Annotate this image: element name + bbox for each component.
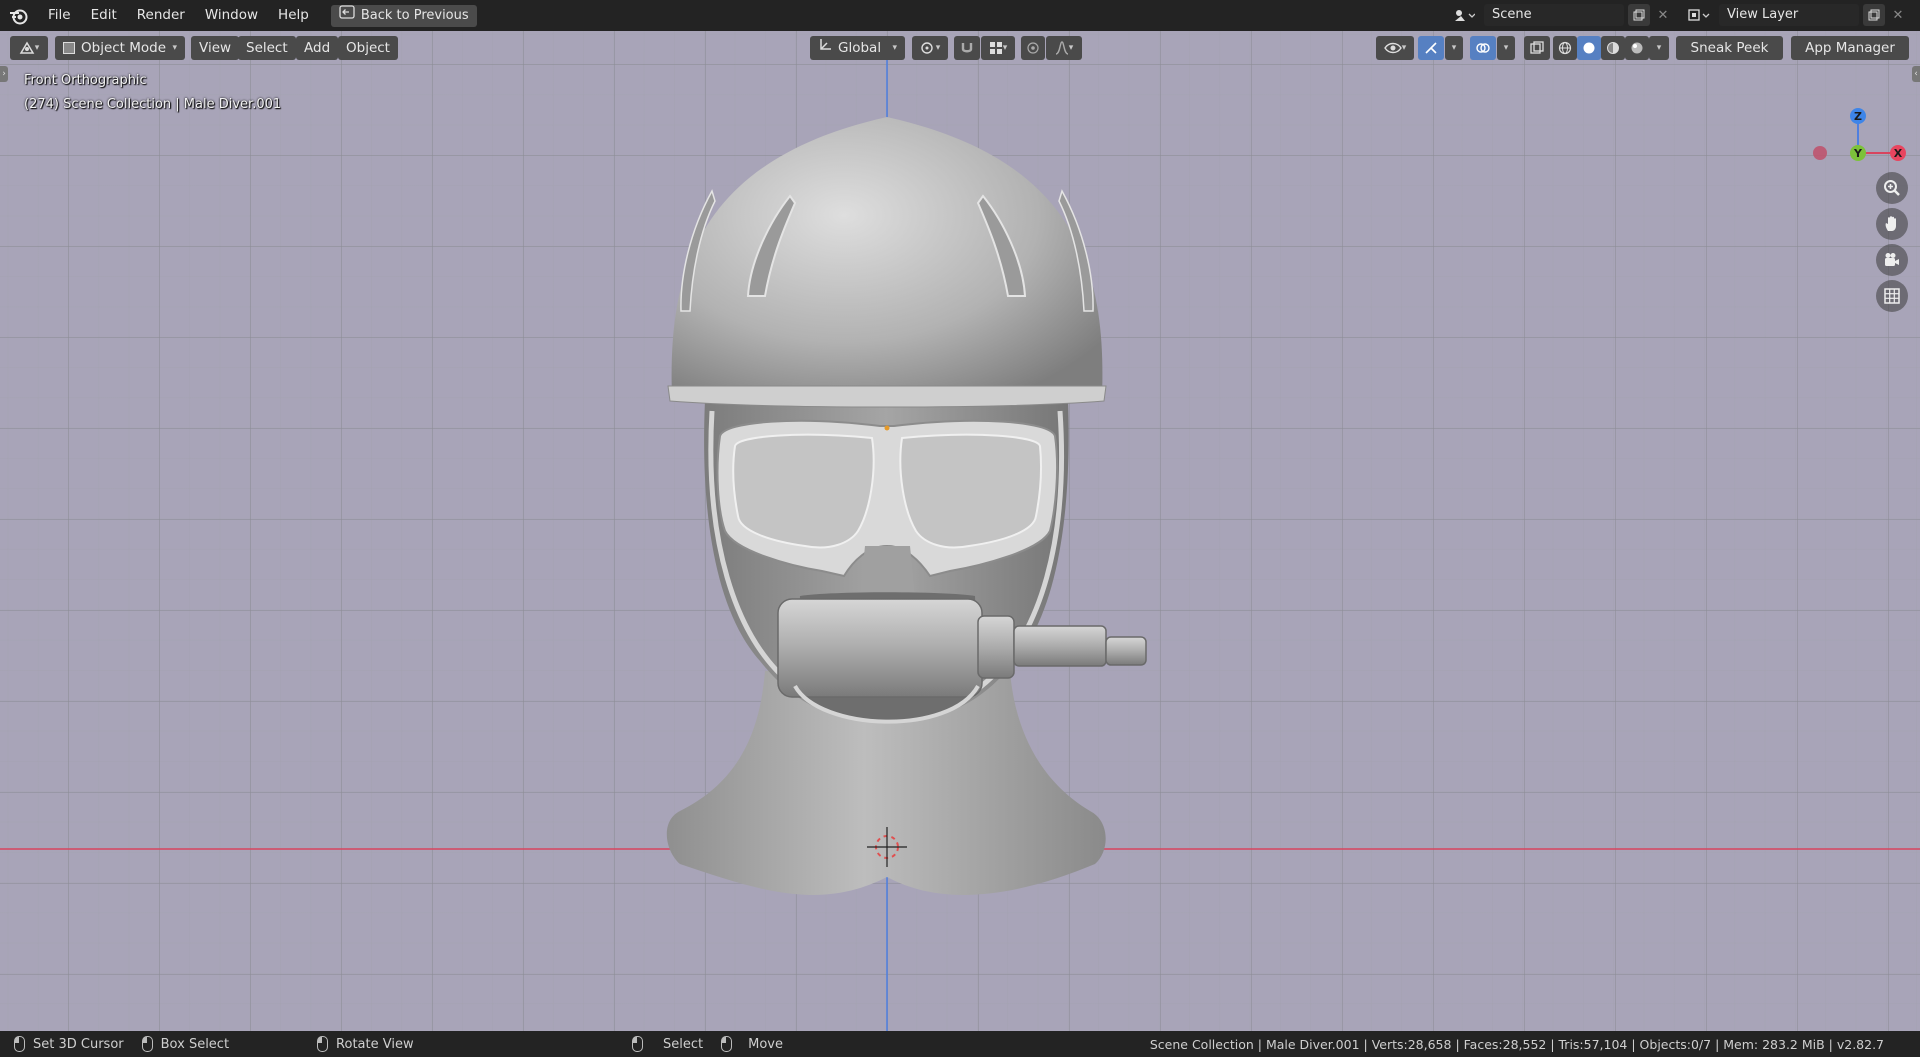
object-mode-icon (63, 42, 75, 54)
mouse-middle-icon (317, 1036, 329, 1052)
menu-render[interactable]: Render (127, 0, 195, 31)
shading-options-chevron-icon[interactable]: ▾ (1649, 36, 1669, 60)
pan-hand-icon[interactable] (1876, 208, 1908, 240)
view-layer-browse-icon[interactable] (1683, 4, 1715, 26)
menu-window[interactable]: Window (195, 0, 268, 31)
xray-toggle-icon[interactable] (1524, 36, 1550, 60)
toolbar-expand-arrow-icon[interactable]: › (0, 66, 8, 82)
status-box-select: Box Select (141, 1036, 230, 1052)
editor-type-icon[interactable]: ▾ (10, 36, 48, 60)
model-goggles-lens-right (899, 433, 1042, 549)
orientation-label: Global (838, 40, 882, 56)
model-goggles-lens-left (732, 433, 875, 549)
status-bar: Set 3D Cursor Box Select Rotate View Sel… (0, 1031, 1920, 1057)
rendered-shading-icon[interactable] (1625, 36, 1649, 60)
snap-toggle-icon[interactable] (954, 36, 980, 60)
app-manager-button[interactable]: App Manager (1791, 36, 1909, 60)
menu-view[interactable]: View (191, 36, 240, 60)
viewport-canvas (0, 46, 1920, 1031)
back-to-previous-button[interactable]: Back to Previous (330, 4, 477, 27)
zoom-icon[interactable] (1876, 172, 1908, 204)
model-helmet-brim (667, 385, 1107, 408)
status-select-label: Select (663, 1036, 704, 1052)
scene-statistics: Scene Collection | Male Diver.001 | Vert… (1149, 1037, 1884, 1052)
orthographic-grid-icon[interactable] (1876, 280, 1908, 312)
proportional-editing-icon[interactable] (1021, 36, 1045, 60)
status-box-select-label: Box Select (160, 1036, 230, 1052)
view-layer-copy-icon[interactable] (1863, 4, 1885, 26)
model-regulator-ring (977, 615, 1015, 679)
menu-file[interactable]: File (38, 0, 81, 31)
view-layer-close-icon[interactable]: ✕ (1889, 8, 1907, 23)
model-nose (860, 546, 915, 596)
menu-edit[interactable]: Edit (81, 0, 127, 31)
mode-selector[interactable]: Object Mode ▾ (55, 36, 185, 60)
snap-target-icon[interactable]: ▾ (981, 36, 1015, 60)
camera-view-icon[interactable] (1876, 244, 1908, 276)
menu-add[interactable]: Add (296, 36, 339, 60)
menu-select[interactable]: Select (238, 36, 296, 60)
blender-logo-icon[interactable] (0, 0, 38, 31)
gizmo-neg-x (1813, 146, 1827, 160)
chevron-down-icon: ▾ (892, 43, 897, 53)
gizmo-y-label: Y (1853, 147, 1863, 160)
menu-help[interactable]: Help (268, 0, 319, 31)
model-regulator-hose (1013, 625, 1107, 667)
gizmo-options-chevron-icon[interactable]: ▾ (1445, 36, 1463, 60)
status-rotate-view-label: Rotate View (336, 1036, 414, 1052)
pivot-point-icon[interactable]: ▾ (912, 36, 948, 60)
mouse-left-icon (14, 1036, 25, 1052)
scene-browse-icon[interactable] (1448, 4, 1480, 26)
gizmo-toggle-icon[interactable] (1418, 36, 1444, 60)
sneak-peek-button[interactable]: Sneak Peek (1676, 36, 1783, 60)
back-icon (339, 4, 355, 27)
viewport-header: ▾ Object Mode ▾ View Select Add Object G… (0, 31, 1920, 65)
gizmo-x-label: X (1894, 147, 1903, 160)
scene-name-field[interactable]: Scene (1484, 4, 1624, 26)
wireframe-shading-icon[interactable] (1553, 36, 1577, 60)
chevron-down-icon: ▾ (172, 43, 177, 53)
status-select: Select (632, 1036, 703, 1052)
status-set-3d-cursor-label: Set 3D Cursor (33, 1036, 124, 1052)
overlays-toggle-icon[interactable] (1470, 36, 1496, 60)
view-layer-field[interactable]: View Layer (1719, 4, 1859, 26)
view-name-label: Front Orthographic (24, 73, 147, 88)
status-set-3d-cursor: Set 3D Cursor (14, 1036, 124, 1052)
mouse-drag-icon (141, 1036, 153, 1052)
solid-shading-icon[interactable] (1577, 36, 1601, 60)
mouse-left-icon (632, 1036, 643, 1052)
model-regulator-tip (1105, 636, 1147, 666)
status-move-label: Move (748, 1036, 783, 1052)
scene-copy-icon[interactable] (1628, 4, 1650, 26)
sidebar-expand-arrow-icon[interactable]: ‹ (1912, 66, 1920, 82)
gizmo-z-label: Z (1854, 110, 1862, 123)
status-rotate-view: Rotate View (317, 1036, 414, 1052)
transform-orientation-selector[interactable]: Global ▾ (810, 36, 905, 60)
status-move: Move (721, 1036, 783, 1052)
mode-label: Object Mode (81, 40, 167, 56)
material-preview-shading-icon[interactable] (1601, 36, 1625, 60)
menu-object[interactable]: Object (338, 36, 398, 60)
top-bar: File Edit Render Window Help Back to Pre… (0, 0, 1920, 31)
model-regulator-body (777, 598, 983, 698)
back-to-previous-label: Back to Previous (360, 7, 469, 23)
visibility-icon[interactable]: ▾ (1376, 36, 1414, 60)
proportional-falloff-icon[interactable]: ▾ (1046, 36, 1082, 60)
object-origin-dot (884, 425, 890, 431)
3d-viewport[interactable]: Front Orthographic (274) Scene Collectio… (0, 31, 1920, 1031)
scene-close-icon[interactable]: ✕ (1654, 8, 1672, 23)
mouse-drag-icon (721, 1036, 733, 1052)
collection-info-label: (274) Scene Collection | Male Diver.001 (24, 97, 282, 112)
model-helmet (671, 117, 1103, 398)
orientation-icon (818, 36, 832, 60)
navigation-gizmo[interactable]: Z X Y (1803, 73, 1913, 183)
overlays-options-chevron-icon[interactable]: ▾ (1497, 36, 1515, 60)
